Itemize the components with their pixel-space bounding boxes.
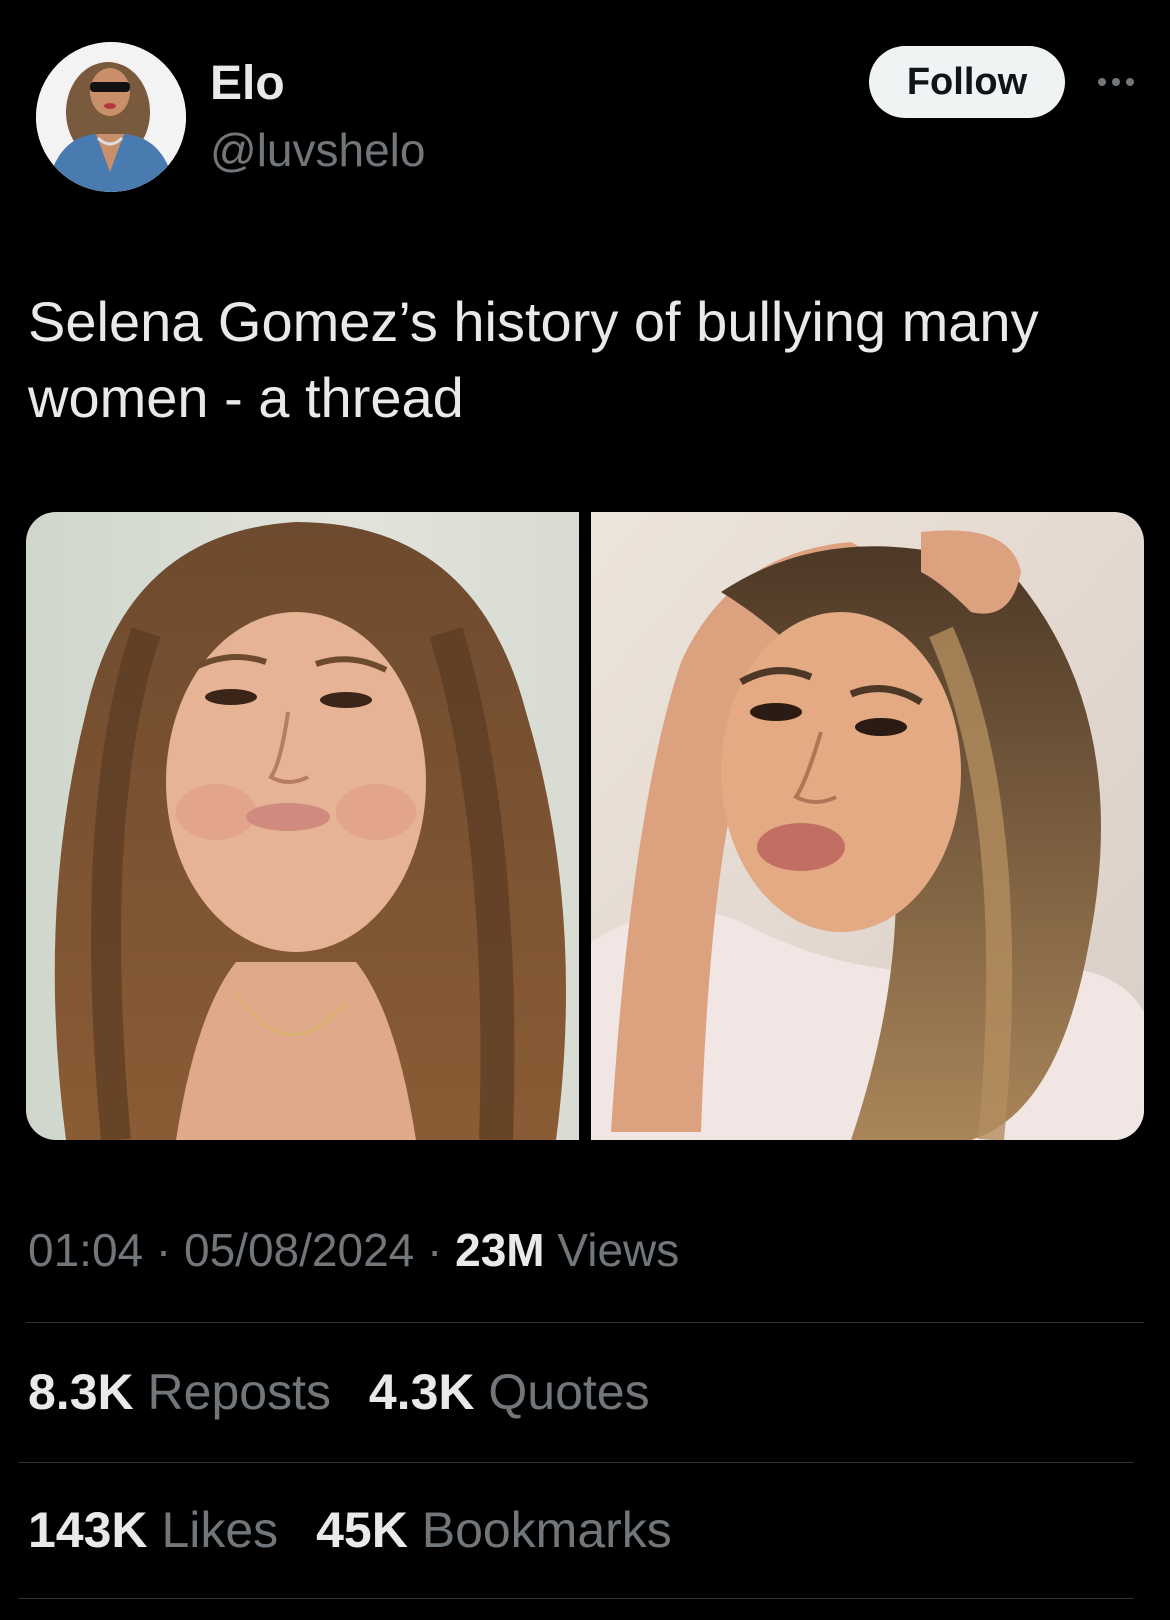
likes-label: Likes (161, 1502, 279, 1558)
tweet-time[interactable]: 01:04 (28, 1224, 143, 1276)
meta-separator: · (427, 1224, 443, 1276)
bookmarks-label: Bookmarks (421, 1502, 672, 1558)
likes-count: 143K (28, 1502, 148, 1558)
meta-separator: · (155, 1224, 172, 1276)
bookmarks-stat[interactable]: 45K Bookmarks (316, 1496, 672, 1564)
views-label: Views (557, 1224, 680, 1276)
divider (26, 1322, 1144, 1323)
views-count: 23M (455, 1224, 545, 1276)
author-avatar[interactable] (36, 42, 186, 192)
reposts-count: 8.3K (28, 1364, 134, 1420)
tweet-text: Selena Gomez’s history of bullying many … (28, 290, 1039, 429)
author-handle[interactable]: @luvshelo (210, 120, 425, 180)
author-display-name[interactable]: Elo (210, 54, 285, 114)
divider (18, 1598, 1134, 1599)
tweet-meta: 01:04 · 05/08/2024 · 23M Views (28, 1218, 679, 1282)
bookmarks-count: 45K (316, 1502, 408, 1558)
stats-row-reposts: 8.3K Reposts 4.3K Quotes (28, 1358, 674, 1426)
more-horizontal-icon[interactable] (1092, 64, 1140, 100)
likes-stat[interactable]: 143K Likes (28, 1496, 278, 1564)
stats-row-likes: 143K Likes 45K Bookmarks (28, 1496, 696, 1564)
follow-button[interactable]: Follow (869, 46, 1065, 118)
avatar-image (36, 42, 186, 192)
tweet-media-grid (26, 512, 1144, 1140)
tweet-photo-2[interactable] (591, 512, 1144, 1140)
tweet-date[interactable]: 05/08/2024 (184, 1224, 414, 1276)
reposts-label: Reposts (147, 1364, 331, 1420)
divider (18, 1462, 1134, 1463)
quotes-stat[interactable]: 4.3K Quotes (369, 1358, 650, 1426)
quotes-label: Quotes (488, 1364, 650, 1420)
quotes-count: 4.3K (368, 1364, 475, 1420)
reposts-stat[interactable]: 8.3K Reposts (28, 1358, 331, 1426)
tweet-photo-1[interactable] (26, 512, 579, 1140)
